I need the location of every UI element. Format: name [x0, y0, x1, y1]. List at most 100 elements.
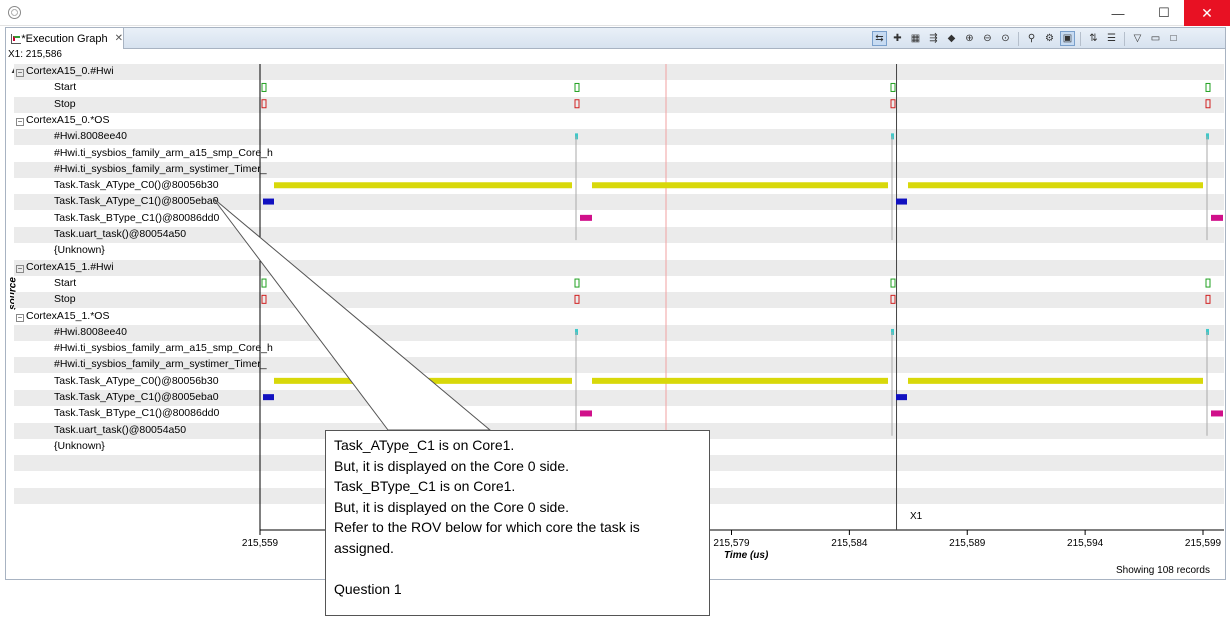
- highlight-icon[interactable]: ▣: [1060, 31, 1075, 46]
- row-label-text: #Hwi.ti_sysbios_family_arm_systimer_Time…: [54, 162, 267, 175]
- row-label-text: CortexA15_0.#Hwi: [26, 65, 114, 77]
- time-tick-label: 215,584: [831, 538, 868, 549]
- row-label: Task.Task_BType_C1()@80086dd0: [54, 407, 219, 419]
- app-icon[interactable]: [8, 6, 21, 19]
- row-label-text: CortexA15_0.*OS: [26, 113, 110, 126]
- time-tick-label: 215,599: [1184, 538, 1222, 549]
- callout-text-line: But, it is displayed on the Core 0 side.: [334, 457, 570, 474]
- maximize-button[interactable]: ☐: [1141, 0, 1187, 26]
- row-label-text: Stop: [54, 97, 76, 110]
- row-label-text: Task.Task_AType_C1()@8005eba0: [54, 391, 219, 403]
- toolbar-separator: [1080, 31, 1081, 46]
- row-label: Task.uart_task()@80054a50: [54, 424, 186, 436]
- tab-execution-graph[interactable]: *Execution Graph ✕: [6, 28, 124, 49]
- source-row[interactable]: Stop: [14, 292, 1224, 309]
- source-row[interactable]: Task.Task_BType_C1()@80086dd0: [14, 406, 1224, 422]
- source-row[interactable]: #Hwi.ti_sysbios_family_arm_systimer_Time…: [14, 161, 1224, 178]
- row-label: Start: [54, 277, 76, 289]
- annotation-callout: Task_AType_C1 is on Core1. But, it is dis…: [325, 430, 710, 616]
- minimize-button[interactable]: —: [1095, 0, 1141, 26]
- align-icon[interactable]: ✚: [890, 31, 905, 46]
- source-row[interactable]: Start: [14, 276, 1224, 292]
- window-titlebar: — ☐ ✕: [0, 0, 1230, 26]
- row-label: #Hwi.ti_sysbios_family_arm_a15_smp_Core_…: [54, 342, 273, 354]
- collapse-icon[interactable]: −: [16, 117, 24, 126]
- callout-text-line: Refer to the ROV below for which core th…: [334, 519, 640, 535]
- row-label: Task.Task_AType_C0()@80056b30: [54, 375, 219, 387]
- graph-icon: [10, 33, 22, 45]
- source-row[interactable]: Task.Task_AType_C0()@80056b30: [14, 374, 1224, 390]
- source-row[interactable]: #Hwi.ti_sysbios_family_arm_a15_smp_Core_…: [14, 146, 1224, 162]
- row-label: − CortexA15_1.#Hwi: [16, 261, 114, 273]
- row-label: Stop: [54, 98, 76, 110]
- row-label: {Unknown}: [54, 244, 105, 256]
- time-tick-label: 215,594: [1067, 538, 1104, 549]
- group-row[interactable]: − CortexA15_1.#Hwi: [14, 259, 1224, 276]
- measure-icon[interactable]: ◆: [944, 31, 959, 46]
- split-icon[interactable]: ⇅: [1086, 31, 1101, 46]
- callout-text-line: But, it is displayed on the Core 0 side.: [334, 498, 570, 515]
- row-label: Task.Task_AType_C0()@80056b30: [54, 179, 219, 191]
- row-label-text: {Unknown}: [54, 244, 105, 257]
- row-label: #Hwi.ti_sysbios_family_arm_systimer_Time…: [54, 163, 267, 175]
- row-label-text: Task.uart_task()@80054a50: [54, 228, 187, 240]
- row-label-text: CortexA15_1.#Hwi: [26, 260, 114, 273]
- group-row[interactable]: − CortexA15_0.#Hwi: [14, 64, 1224, 80]
- source-row[interactable]: #Hwi.ti_sysbios_family_arm_systimer_Time…: [14, 357, 1224, 374]
- row-label-text: Stop: [54, 293, 76, 306]
- row-label-text: #Hwi.8008ee40: [54, 325, 127, 338]
- source-row[interactable]: Task.uart_task()@80054a50: [14, 227, 1224, 243]
- source-row[interactable]: Start: [14, 80, 1224, 96]
- settings-icon[interactable]: ⚙: [1042, 31, 1057, 46]
- zoom-fit-icon[interactable]: ⊙: [998, 31, 1013, 46]
- row-label-text: #Hwi.ti_sysbios_family_arm_a15_smp_Core_…: [54, 342, 273, 355]
- minimize-icon[interactable]: ▭: [1148, 31, 1163, 46]
- source-row[interactable]: Task.Task_AType_C0()@80056b30: [14, 178, 1224, 194]
- time-tick-label: 215,559: [241, 538, 279, 549]
- sync-icon[interactable]: ⇆: [872, 31, 887, 46]
- view-toolbar: ⇆ ✚ ▦ ⇶ ◆ ⊕ ⊖ ⊙ ⚲ ⚙ ▣ ⇅ ☰ ▽ ▭ □: [872, 29, 1181, 48]
- row-label: Task.Task_AType_C1()@8005eba0: [54, 195, 219, 207]
- maximize-icon[interactable]: □: [1166, 31, 1181, 46]
- row-label-text: #Hwi.8008ee40: [54, 130, 127, 143]
- group-row[interactable]: − CortexA15_1.*OS: [14, 309, 1224, 325]
- row-label: #Hwi.8008ee40: [54, 326, 127, 338]
- row-label: Task.Task_BType_C1()@80086dd0: [54, 212, 219, 224]
- callout-text-line: Task_AType_C1 is on Core1.: [334, 437, 515, 453]
- group-row[interactable]: − CortexA15_0.*OS: [14, 113, 1224, 129]
- zoom-in-icon[interactable]: ⊕: [962, 31, 977, 46]
- callout-text-line: Task_BType_C1 is on Core1.: [334, 478, 516, 494]
- row-label-text: #Hwi.ti_sysbios_family_arm_a15_smp_Core_…: [54, 146, 273, 159]
- collapse-icon[interactable]: −: [16, 313, 24, 322]
- row-label-text: Start: [54, 81, 77, 94]
- filter-icon[interactable]: ▦: [908, 31, 923, 46]
- row-label: #Hwi.ti_sysbios_family_arm_a15_smp_Core_…: [54, 147, 273, 159]
- row-label-text: Task.Task_AType_C0()@80056b30: [54, 179, 219, 192]
- source-row[interactable]: Task.Task_AType_C1()@8005eba0: [14, 390, 1224, 406]
- menu-icon[interactable]: ▽: [1130, 31, 1145, 46]
- row-label-text: CortexA15_1.*OS: [26, 309, 110, 322]
- source-row[interactable]: #Hwi.8008ee40: [14, 324, 1224, 341]
- source-row[interactable]: Task.Task_BType_C1()@80086dd0: [14, 211, 1224, 227]
- collapse-icon[interactable]: −: [16, 69, 24, 77]
- row-label: Task.uart_task()@80054a50: [54, 228, 186, 240]
- row-label-text: Task.Task_BType_C1()@80086dd0: [54, 407, 220, 420]
- source-row[interactable]: #Hwi.ti_sysbios_family_arm_a15_smp_Core_…: [14, 341, 1224, 357]
- source-row[interactable]: Stop: [14, 96, 1224, 113]
- collapse-icon[interactable]: −: [16, 264, 24, 273]
- source-row[interactable]: #Hwi.8008ee40: [14, 129, 1224, 146]
- row-label-text: Task.Task_BType_C1()@80086dd0: [54, 211, 220, 224]
- table-icon[interactable]: ☰: [1104, 31, 1119, 46]
- toolbar-separator: [1018, 31, 1019, 46]
- close-window-button[interactable]: ✕: [1184, 0, 1230, 26]
- row-label: Start: [54, 81, 76, 93]
- row-label-text: #Hwi.ti_sysbios_family_arm_systimer_Time…: [54, 358, 267, 371]
- zoom-out-icon[interactable]: ⊖: [980, 31, 995, 46]
- row-label-text: Start: [54, 276, 77, 289]
- source-row[interactable]: {Unknown}: [14, 243, 1224, 259]
- source-row[interactable]: Task.Task_AType_C1()@8005eba0: [14, 194, 1224, 211]
- find-icon[interactable]: ⚲: [1024, 31, 1039, 46]
- close-tab-icon[interactable]: ✕: [115, 33, 123, 44]
- time-tick-label: 215,589: [949, 538, 986, 549]
- group-icon[interactable]: ⇶: [926, 31, 941, 46]
